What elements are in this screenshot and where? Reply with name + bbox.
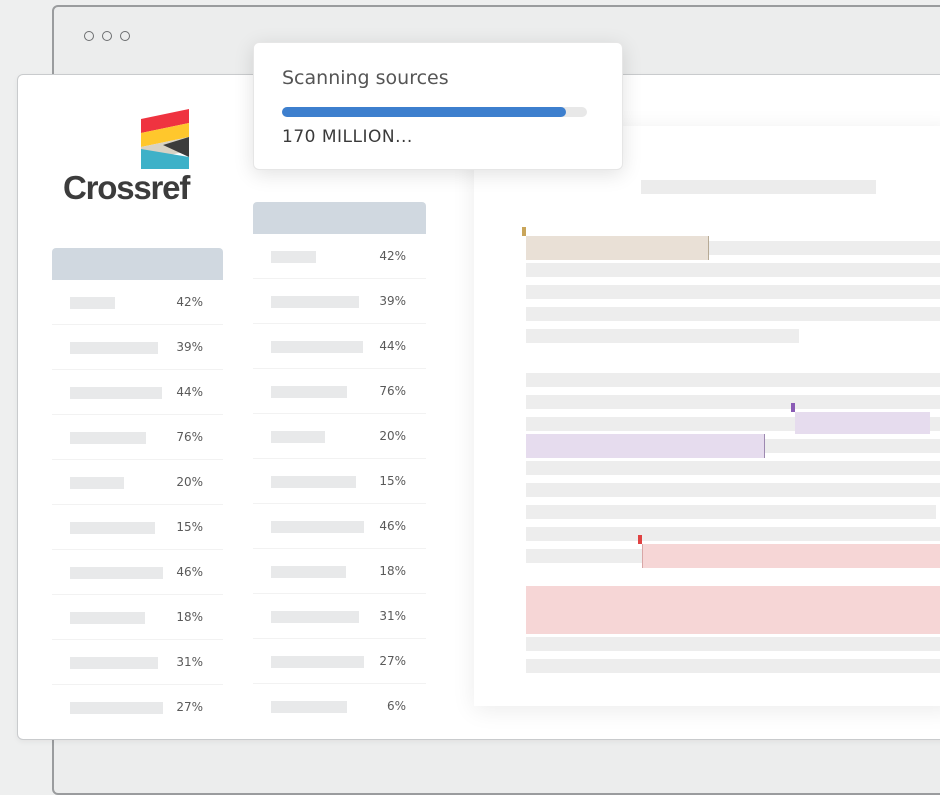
table-row[interactable]: 31% [253,594,426,639]
text-line [526,263,940,277]
table-row[interactable]: 46% [253,504,426,549]
table-row[interactable]: 15% [253,459,426,504]
percentage-value: 18% [176,610,203,624]
percentage-value: 15% [176,520,203,534]
percentage-value: 20% [176,475,203,489]
percentage-value: 31% [176,655,203,669]
percentage-value: 6% [386,699,406,713]
results-column-left: 42% 39% 44% 76% 20% 15% 46% 18% 31% 27% [52,248,223,729]
window-control-dot[interactable] [84,31,94,41]
document-preview [474,126,940,706]
crossref-logo: Crossref [63,109,213,209]
percentage-value: 31% [379,609,406,623]
table-row[interactable]: 6% [253,684,426,728]
table-row[interactable]: 42% [52,280,223,325]
text-line [526,329,799,343]
percentage-value: 39% [176,340,203,354]
column-header [52,248,223,280]
text-line [526,637,940,651]
scanning-popup: Scanning sources 170 MILLION... [253,42,623,170]
table-row[interactable]: 44% [52,370,223,415]
percentage-value: 27% [379,654,406,668]
percentage-value: 20% [379,429,406,443]
percentage-value: 18% [379,564,406,578]
percentage-value: 42% [176,295,203,309]
table-row[interactable]: 15% [52,505,223,550]
table-row[interactable]: 39% [52,325,223,370]
table-row[interactable]: 18% [52,595,223,640]
table-row[interactable]: 18% [253,549,426,594]
source-match-highlight[interactable] [795,412,930,434]
match-marker [791,403,795,412]
crossref-logo-text: Crossref [63,169,190,206]
document-title-placeholder [641,180,876,194]
text-line [526,395,940,409]
text-line [526,285,940,299]
percentage-value: 27% [176,700,203,714]
source-match-highlight[interactable] [526,236,709,260]
source-match-highlight[interactable] [526,586,940,634]
text-line [526,659,940,673]
table-row[interactable]: 31% [52,640,223,685]
table-row[interactable]: 42% [253,234,426,279]
source-match-highlight[interactable] [526,434,765,458]
percentage-value: 46% [176,565,203,579]
text-line [526,483,940,497]
table-row[interactable]: 39% [253,279,426,324]
scan-progress-fill [282,107,566,117]
table-row[interactable]: 44% [253,324,426,369]
text-line [526,505,936,519]
text-line [526,461,940,475]
match-marker [522,227,526,236]
table-row[interactable]: 76% [253,369,426,414]
table-row[interactable]: 27% [253,639,426,684]
table-row[interactable]: 20% [52,460,223,505]
percentage-value: 44% [379,339,406,353]
percentage-value: 76% [379,384,406,398]
text-line [526,307,940,321]
table-row[interactable]: 20% [253,414,426,459]
text-line [526,373,940,387]
scan-progress-bar [282,107,587,117]
window-control-dot[interactable] [120,31,130,41]
percentage-value: 42% [379,249,406,263]
crossref-logo-mark-icon [141,109,189,169]
results-column-right: 42% 39% 44% 76% 20% 15% 46% 18% 31% 27% … [253,202,426,728]
percentage-value: 44% [176,385,203,399]
table-row[interactable]: 46% [52,550,223,595]
percentage-value: 46% [379,519,406,533]
window-control-dot[interactable] [102,31,112,41]
percentage-value: 76% [176,430,203,444]
table-row[interactable]: 27% [52,685,223,729]
source-match-highlight[interactable] [642,544,940,568]
percentage-value: 39% [379,294,406,308]
percentage-value: 15% [379,474,406,488]
text-line [526,527,940,541]
match-marker [638,535,642,544]
table-row[interactable]: 76% [52,415,223,460]
column-header [253,202,426,234]
window-controls [84,31,130,41]
scan-status-text: 170 MILLION... [282,127,413,147]
scanning-title: Scanning sources [282,67,449,89]
